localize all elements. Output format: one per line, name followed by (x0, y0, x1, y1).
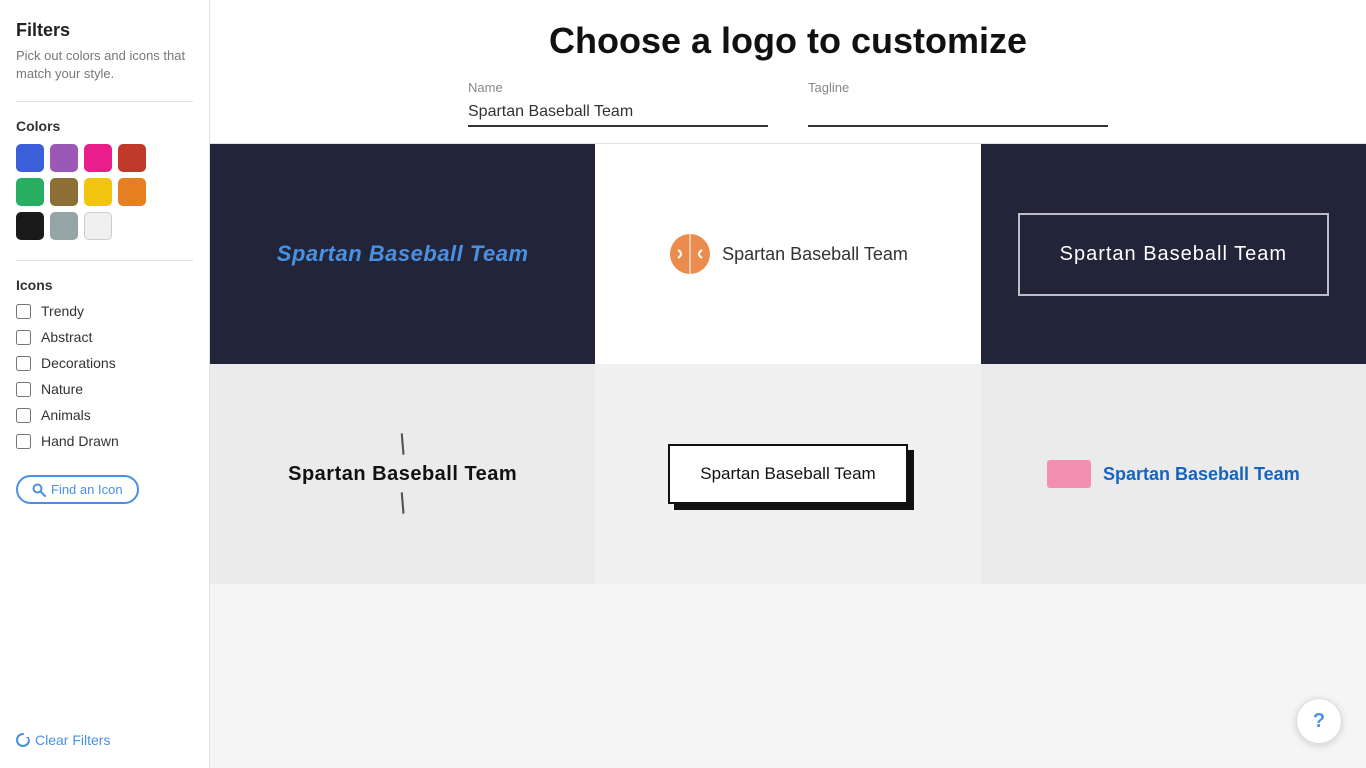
color-orange[interactable] (118, 178, 146, 206)
main-content: Choose a logo to customize Name Tagline … (210, 0, 1366, 768)
help-label: ? (1313, 710, 1325, 733)
color-yellow[interactable] (84, 178, 112, 206)
checkbox-animals-input[interactable] (16, 408, 31, 423)
sidebar-subtitle: Pick out colors and icons that match you… (16, 47, 193, 83)
find-icon-label: Find an Icon (51, 482, 123, 497)
checkbox-trendy-label: Trendy (41, 303, 84, 319)
tagline-label: Tagline (808, 80, 1108, 95)
main-header: Choose a logo to customize Name Tagline (210, 0, 1366, 144)
checkbox-hand-drawn-input[interactable] (16, 434, 31, 449)
checkbox-nature-input[interactable] (16, 382, 31, 397)
checkbox-nature[interactable]: Nature (16, 381, 193, 397)
logo-card-3-inner: Spartan Baseball Team (1018, 213, 1329, 296)
logo-card-4-content: / Spartan Baseball Team / (288, 431, 517, 518)
color-white[interactable] (84, 212, 112, 240)
logo-card-1-text: Spartan Baseball Team (277, 241, 529, 267)
checkbox-animals-label: Animals (41, 407, 91, 423)
logo-card-6-text: Spartan Baseball Team (1103, 464, 1300, 485)
divider-icons (16, 260, 193, 261)
logo-card-3-text: Spartan Baseball Team (1060, 243, 1287, 266)
name-input[interactable] (468, 99, 768, 127)
color-red[interactable] (118, 144, 146, 172)
color-blue[interactable] (16, 144, 44, 172)
checkbox-abstract-label: Abstract (41, 329, 92, 345)
tagline-input-group: Tagline (808, 80, 1108, 127)
color-green[interactable] (16, 178, 44, 206)
checkbox-abstract-input[interactable] (16, 330, 31, 345)
reset-icon (16, 733, 30, 747)
checkbox-animals[interactable]: Animals (16, 407, 193, 423)
logo-card-2-content: Spartan Baseball Team (668, 232, 908, 276)
slash-bottom-icon: / (394, 489, 411, 518)
logo-card-3[interactable]: Spartan Baseball Team (981, 144, 1366, 364)
color-gray[interactable] (50, 212, 78, 240)
checkbox-trendy-input[interactable] (16, 304, 31, 319)
logo-card-5[interactable]: Spartan Baseball Team (595, 364, 980, 584)
search-icon (32, 483, 46, 497)
sidebar: Filters Pick out colors and icons that m… (0, 0, 210, 768)
checkbox-nature-label: Nature (41, 381, 83, 397)
logo-grid: Spartan Baseball Team Spartan Baseball T… (210, 144, 1366, 584)
logo-card-2-text: Spartan Baseball Team (722, 244, 908, 265)
logo-grid-wrapper: Spartan Baseball Team Spartan Baseball T… (210, 144, 1366, 768)
checkbox-hand-drawn[interactable]: Hand Drawn (16, 433, 193, 449)
pink-rectangle-icon (1047, 460, 1091, 488)
name-input-group: Name (468, 80, 768, 127)
logo-card-4[interactable]: / Spartan Baseball Team / (210, 364, 595, 584)
color-black[interactable] (16, 212, 44, 240)
color-purple[interactable] (50, 144, 78, 172)
input-row: Name Tagline (250, 80, 1326, 127)
sidebar-title: Filters (16, 20, 193, 41)
clear-filters-label: Clear Filters (35, 732, 110, 748)
icons-label: Icons (16, 277, 193, 293)
clear-filters-button[interactable]: Clear Filters (16, 732, 110, 748)
checkbox-decorations-label: Decorations (41, 355, 116, 371)
checkbox-hand-drawn-label: Hand Drawn (41, 433, 119, 449)
baseball-icon (668, 232, 712, 276)
logo-card-4-text: Spartan Baseball Team (288, 463, 517, 486)
divider-colors (16, 101, 193, 102)
color-brown[interactable] (50, 178, 78, 206)
colors-label: Colors (16, 118, 193, 134)
help-button[interactable]: ? (1296, 698, 1342, 744)
logo-card-6[interactable]: Spartan Baseball Team (981, 364, 1366, 584)
checkbox-decorations-input[interactable] (16, 356, 31, 371)
logo-card-2[interactable]: Spartan Baseball Team (595, 144, 980, 364)
checkbox-decorations[interactable]: Decorations (16, 355, 193, 371)
logo-card-5-text: Spartan Baseball Team (700, 464, 875, 483)
tagline-input[interactable] (808, 99, 1108, 127)
checkbox-trendy[interactable]: Trendy (16, 303, 193, 319)
checkbox-abstract[interactable]: Abstract (16, 329, 193, 345)
slash-top-icon: / (394, 430, 411, 459)
find-icon-button[interactable]: Find an Icon (16, 475, 139, 504)
name-label: Name (468, 80, 768, 95)
logo-card-5-inner: Spartan Baseball Team (668, 444, 907, 504)
color-pink[interactable] (84, 144, 112, 172)
logo-card-6-content: Spartan Baseball Team (1047, 460, 1300, 488)
icons-checkboxes: Trendy Abstract Decorations Nature Anima… (16, 303, 193, 459)
page-title: Choose a logo to customize (250, 20, 1326, 62)
logo-card-1[interactable]: Spartan Baseball Team (210, 144, 595, 364)
color-grid (16, 144, 193, 240)
